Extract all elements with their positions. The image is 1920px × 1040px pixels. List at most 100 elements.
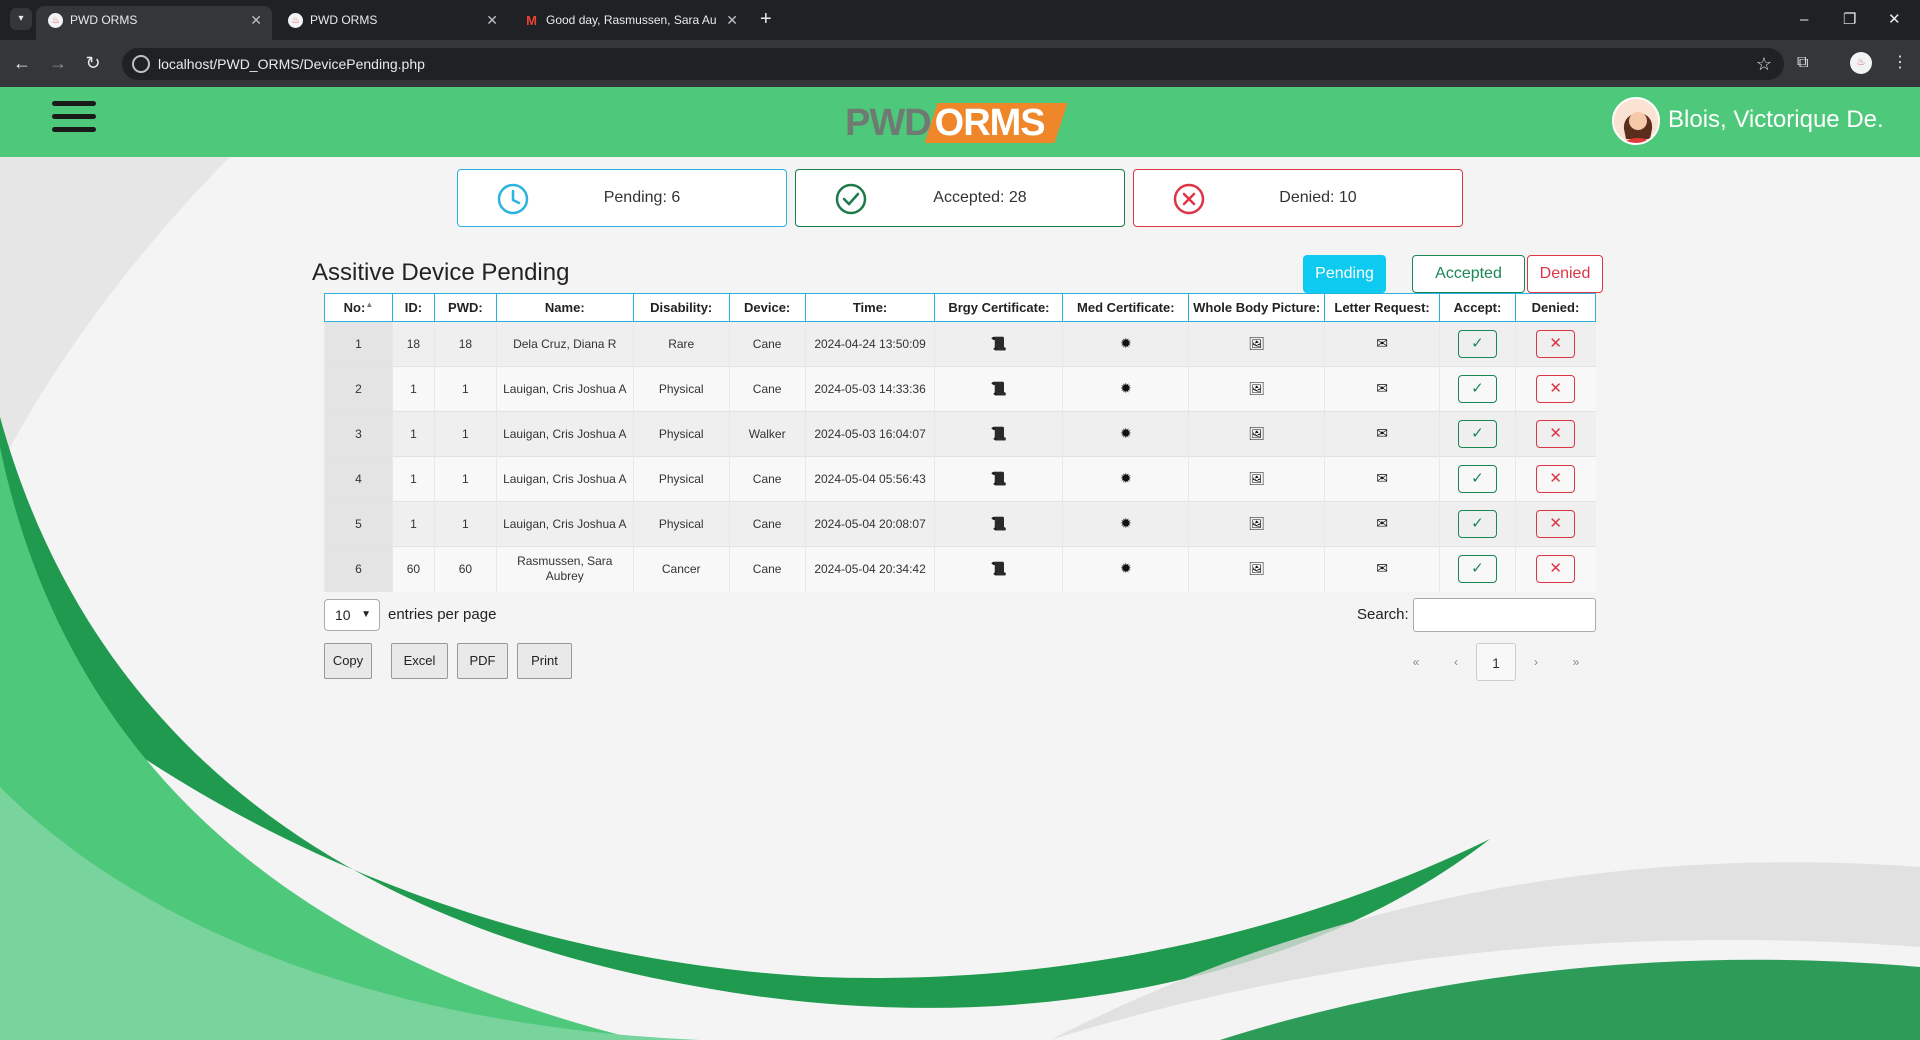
cell-time: 2024-05-04 20:34:42 (804, 546, 935, 592)
extensions-icon[interactable]: ⧉ (1797, 51, 1808, 75)
excel-button[interactable]: Excel (391, 643, 448, 679)
entries-per-page-select[interactable]: 10 ▼ (324, 599, 380, 631)
scroll-icon[interactable]: 📜 (991, 471, 1007, 486)
column-header-label: No: (343, 300, 366, 315)
certificate-icon[interactable]: ✹ (1120, 516, 1132, 531)
certificate-icon[interactable]: ✹ (1120, 381, 1132, 396)
last-page-button[interactable]: » (1564, 643, 1588, 681)
accept-button[interactable]: ✓ (1457, 420, 1497, 448)
print-button[interactable]: Print (517, 643, 572, 679)
cell-accept: ✓ (1439, 456, 1516, 502)
deny-button[interactable]: ✕ (1536, 555, 1576, 584)
column-header-letter-request[interactable]: Letter Request: (1324, 293, 1440, 322)
column-header-brgy-certificate[interactable]: Brgy Certificate: (934, 293, 1064, 322)
deny-button[interactable]: ✕ (1536, 375, 1576, 403)
browser-tab-1[interactable]: ♨ PWD ORMS ✕ (36, 6, 272, 40)
scroll-icon[interactable]: 📜 (991, 561, 1007, 576)
image-icon[interactable]: 🖼 (1248, 336, 1265, 351)
envelope-icon[interactable]: ✉ (1376, 471, 1388, 486)
scroll-icon[interactable]: 📜 (991, 516, 1007, 531)
image-icon[interactable]: 🖼 (1248, 471, 1265, 486)
user-avatar[interactable] (1612, 97, 1660, 145)
certificate-icon[interactable]: ✹ (1120, 426, 1132, 441)
browser-tab-2[interactable]: ♨ PWD ORMS ✕ (276, 6, 508, 40)
prev-page-button[interactable]: ‹ (1444, 643, 1468, 681)
column-header-name[interactable]: Name: (495, 293, 634, 322)
next-page-button[interactable]: › (1524, 643, 1548, 681)
filter-denied-button[interactable]: Denied (1527, 255, 1603, 293)
certificate-icon[interactable]: ✹ (1120, 561, 1132, 576)
certificate-icon[interactable]: ✹ (1120, 336, 1132, 351)
cell-id: 1 (391, 501, 435, 547)
cell-picture: 🖼 (1188, 456, 1325, 502)
accept-button[interactable]: ✓ (1457, 510, 1497, 538)
deny-button[interactable]: ✕ (1536, 420, 1576, 448)
favicon-icon: ♨ (288, 13, 303, 28)
browser-menu-icon[interactable]: ⋮ (1892, 51, 1908, 75)
column-header-accept[interactable]: Accept: (1439, 293, 1516, 322)
column-header-no[interactable]: No:▲ (324, 293, 393, 322)
filter-pending-button[interactable]: Pending (1303, 255, 1386, 293)
image-icon[interactable]: 🖼 (1248, 381, 1265, 396)
image-icon[interactable]: 🖼 (1248, 516, 1265, 531)
new-tab-button[interactable]: + (760, 8, 772, 30)
cell-brgy: 📜 (934, 411, 1063, 457)
accept-button[interactable]: ✓ (1457, 465, 1497, 493)
envelope-icon[interactable]: ✉ (1376, 381, 1388, 396)
deny-button[interactable]: ✕ (1536, 510, 1576, 538)
bookmark-star-icon[interactable]: ☆ (1756, 48, 1772, 80)
scroll-icon[interactable]: 📜 (991, 336, 1007, 351)
tab-close-icon[interactable]: ✕ (726, 6, 738, 34)
image-icon[interactable]: 🖼 (1248, 426, 1265, 441)
accept-button[interactable]: ✓ (1457, 375, 1497, 403)
site-info-icon[interactable] (132, 55, 150, 73)
tab-close-icon[interactable]: ✕ (486, 6, 498, 34)
column-header-disability[interactable]: Disability: (632, 293, 730, 322)
envelope-icon[interactable]: ✉ (1376, 516, 1388, 531)
accept-button[interactable]: ✓ (1457, 555, 1497, 584)
deny-button[interactable]: ✕ (1536, 330, 1576, 358)
minimize-icon[interactable]: – (1800, 6, 1808, 34)
certificate-icon[interactable]: ✹ (1120, 471, 1132, 486)
cell-no: 3 (324, 411, 393, 457)
back-icon[interactable]: ← (10, 51, 34, 75)
window-close-icon[interactable]: ✕ (1888, 6, 1901, 34)
column-header-pwd[interactable]: PWD: (433, 293, 497, 322)
cell-brgy: 📜 (934, 501, 1063, 547)
column-header-denied[interactable]: Denied: (1514, 293, 1597, 322)
column-header-time[interactable]: Time: (804, 293, 936, 322)
column-header-device[interactable]: Device: (728, 293, 806, 322)
search-input[interactable] (1413, 598, 1596, 632)
pdf-button[interactable]: PDF (457, 643, 508, 679)
column-header-id[interactable]: ID: (391, 293, 435, 322)
envelope-icon[interactable]: ✉ (1376, 561, 1388, 576)
table-row: 4 1 1 Lauigan, Cris Joshua A Physical Cane 202… (324, 456, 1596, 502)
envelope-icon[interactable]: ✉ (1376, 426, 1388, 441)
page-1-button[interactable]: 1 (1476, 643, 1516, 681)
scroll-icon[interactable]: 📜 (991, 381, 1007, 396)
envelope-icon[interactable]: ✉ (1376, 336, 1388, 351)
tab-search-button[interactable]: ▾ (10, 8, 32, 30)
accept-button[interactable]: ✓ (1457, 330, 1497, 358)
first-page-button[interactable]: « (1404, 643, 1428, 681)
restore-icon[interactable]: ❐ (1843, 6, 1856, 34)
filter-accepted-button[interactable]: Accepted (1412, 255, 1525, 293)
scroll-icon[interactable]: 📜 (991, 426, 1007, 441)
pending-count-card[interactable]: Pending: 6 (457, 169, 787, 227)
copy-button[interactable]: Copy (324, 643, 372, 679)
hamburger-menu-icon[interactable] (52, 101, 96, 141)
profile-icon[interactable]: ♨ (1850, 52, 1872, 74)
browser-tab-3[interactable]: M Good day, Rasmussen, Sara Au ✕ (512, 6, 748, 40)
deny-button[interactable]: ✕ (1536, 465, 1576, 493)
logo-orms-badge: ORMS (924, 101, 1068, 145)
image-icon[interactable]: 🖼 (1248, 561, 1265, 576)
column-header-med-certificate[interactable]: Med Certificate: (1062, 293, 1190, 322)
reload-icon[interactable]: ↻ (81, 51, 105, 75)
cell-pwd: 1 (433, 366, 497, 412)
accepted-count-card[interactable]: Accepted: 28 (795, 169, 1125, 227)
address-bar[interactable]: localhost/PWD_ORMS/DevicePending.php ☆ (122, 48, 1784, 80)
forward-icon[interactable]: → (46, 51, 70, 75)
tab-close-icon[interactable]: ✕ (250, 6, 262, 34)
column-header-whole-body-picture[interactable]: Whole Body Picture: (1188, 293, 1326, 322)
denied-count-card[interactable]: Denied: 10 (1133, 169, 1463, 227)
